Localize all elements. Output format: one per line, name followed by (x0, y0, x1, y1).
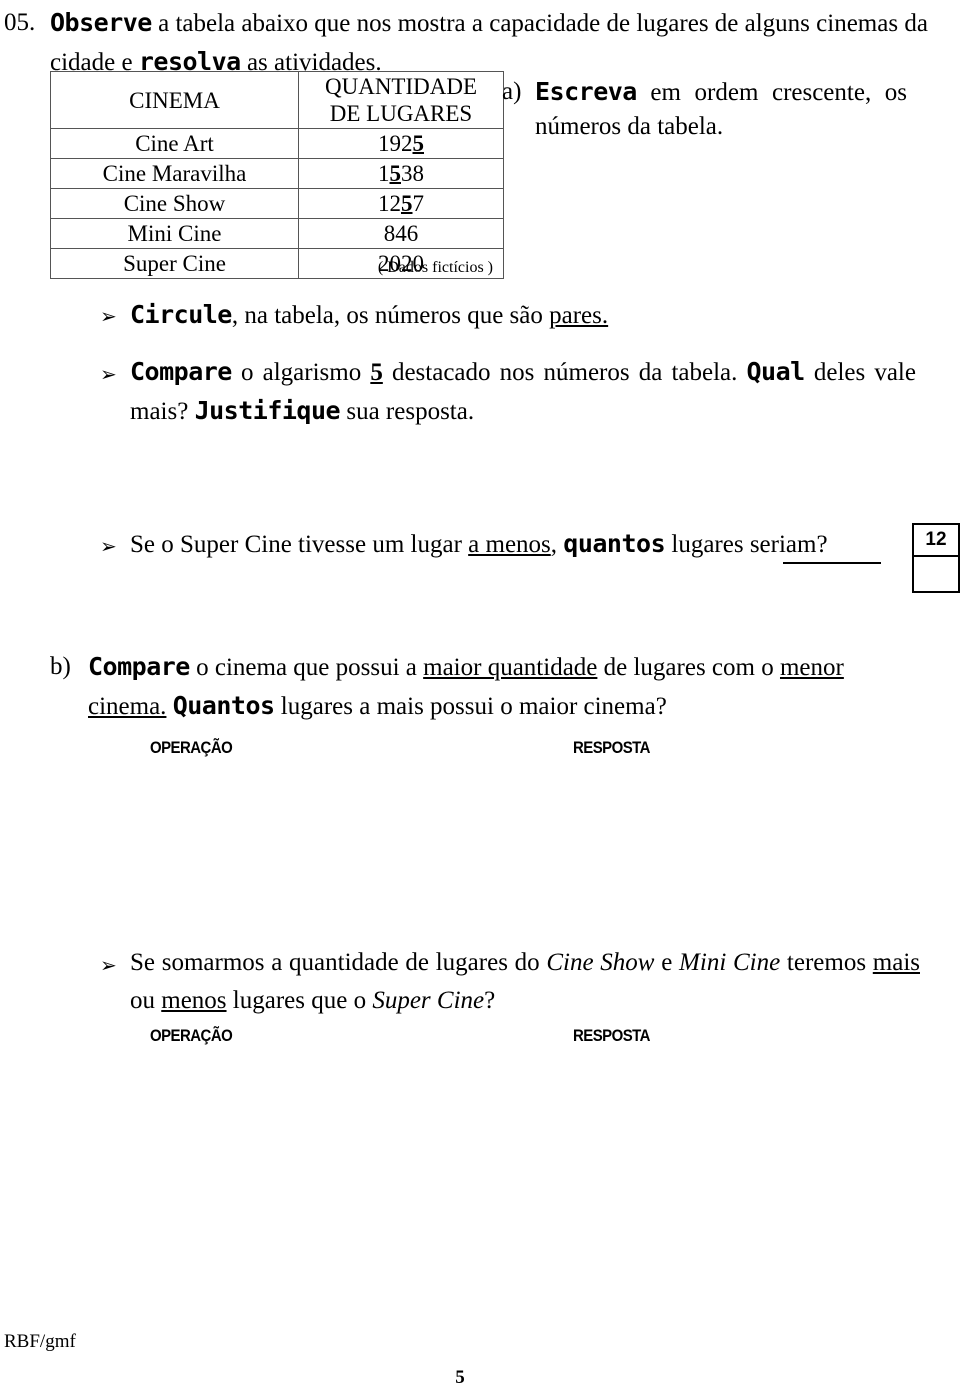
table-header-cinema: CINEMA (50, 71, 299, 129)
bullet-somarmos-mid4: lugares que o (226, 987, 373, 1014)
item-a-label: a) (502, 78, 522, 105)
bullet-circule-text: Circule, na tabela, os números que são p… (130, 296, 830, 335)
bullet-circule-mid: , na tabela, os números que são (231, 302, 550, 329)
bullet-somarmos-underlined-mais: mais (872, 949, 920, 976)
table-header-quantidade-line2: DE LUGARES (329, 101, 473, 126)
score-box: 12 (912, 523, 960, 593)
quantidade-prefix: 192 (378, 131, 413, 156)
highlighted-digit: 5 (401, 191, 413, 216)
item-b-bold-quantos: Quantos (172, 691, 275, 720)
quantidade-prefix: 12 (378, 191, 401, 216)
score-box-empty-cell[interactable] (914, 557, 958, 591)
table-head: CINEMA QUANTIDADE DE LUGARES (50, 71, 504, 129)
operacao-label-b: OPERAÇÃO (150, 738, 233, 757)
bullet-supercine-tail: lugares seriam? (665, 531, 828, 558)
cell-cinema-name: Cine Show (50, 188, 299, 219)
cinema-table-wrapper: CINEMA QUANTIDADE DE LUGARES Cine Art 19… (50, 71, 504, 279)
bullet-compare-bold-qual: Qual (746, 357, 806, 386)
table-row: Cine Art 1925 (50, 128, 504, 159)
highlighted-digit: 5 (389, 161, 402, 186)
cell-cinema-quantidade: 846 (298, 218, 504, 249)
question-prompt-bold-observe: Observe (50, 8, 152, 37)
table-row: Cine Show 1257 (50, 188, 504, 219)
cell-cinema-name: Cine Art (50, 128, 299, 159)
cell-cinema-name: Cine Maravilha (50, 158, 299, 189)
bullet-supercine-start: Se o Super Cine tivesse um lugar (130, 531, 469, 558)
bullet-compare-text: Compare o algarismo 5 destacado nos núme… (130, 353, 916, 431)
table-row: Cine Maravilha 1538 (50, 158, 504, 189)
bullet-compare-tail: sua resposta. (340, 398, 475, 425)
item-b-tail: lugares a mais possui o maior cinema? (274, 693, 667, 720)
item-b-mid1: o cinema que possui a (189, 654, 424, 681)
arrow-bullet-icon: ➢ (100, 953, 117, 977)
table-caption: ( Dados fictícios ) (377, 259, 493, 276)
bullet-supercine-text: Se o Super Cine tivesse um lugar a menos… (130, 525, 890, 564)
answer-blank-line[interactable] (783, 562, 881, 564)
cell-cinema-quantidade: 1925 (298, 128, 504, 159)
quantidade-suffix: 7 (412, 191, 425, 216)
item-b-label: b) (50, 653, 71, 680)
item-a-text: Escreva em ordem crescente, os números d… (535, 75, 907, 144)
bullet-compare-bold-justifique: Justifique (194, 396, 341, 425)
item-b-text: Compare o cinema que possui a maior quan… (88, 648, 916, 726)
bullet-somarmos-start: Se somarmos a quantidade de lugares do (130, 949, 547, 976)
item-a-bold-escreva: Escreva (535, 77, 637, 106)
bullet-supercine-bold-quantos: quantos (563, 529, 666, 558)
bullet-somarmos-text: Se somarmos a quantidade de lugares do C… (130, 944, 920, 1020)
arrow-bullet-icon: ➢ (100, 304, 117, 328)
table-header-quantidade-line1: QUANTIDADE (324, 74, 478, 99)
bullet-somarmos-italic-minicine: Mini Cine (679, 949, 781, 976)
bullet-compare-bold: Compare (130, 357, 232, 386)
bullet-compare-mid2: destacado nos números da tabela. (382, 359, 747, 386)
bullet-supercine-mid: , (550, 531, 564, 558)
arrow-bullet-icon: ➢ (100, 534, 117, 558)
quantidade-prefix: 1 (378, 161, 390, 186)
table-body: Cine Art 1925 Cine Maravilha 1538 Cine S… (50, 128, 504, 279)
bullet-somarmos-mid3: ou (130, 987, 162, 1014)
bullet-somarmos-italic-supercine: Super Cine (372, 987, 485, 1014)
table-row: Mini Cine 846 (50, 218, 504, 249)
bullet-circule-underlined: pares. (549, 302, 609, 329)
bullet-somarmos-underlined-menos: menos (161, 987, 227, 1014)
cinema-capacity-table: CINEMA QUANTIDADE DE LUGARES Cine Art 19… (50, 71, 504, 279)
resposta-label-b: RESPOSTA (573, 738, 651, 757)
bullet-somarmos-mid1: e (654, 949, 680, 976)
bullet-somarmos-italic-cineshow: Cine Show (546, 949, 655, 976)
operacao-label-c: OPERAÇÃO (150, 1026, 233, 1045)
bullet-somarmos-tail: ? (484, 987, 496, 1014)
quantidade-suffix: 38 (401, 161, 424, 186)
bullet-supercine-underlined: a menos (468, 531, 551, 558)
bullet-somarmos-mid2: teremos (780, 949, 873, 976)
bullet-circule-bold: Circule (130, 300, 232, 329)
bullet-compare-underlined-digit: 5 (370, 359, 383, 386)
item-b-mid2: de lugares com o (597, 654, 780, 681)
cell-cinema-name: Mini Cine (50, 218, 299, 249)
score-box-value-cell[interactable]: 12 (914, 525, 958, 557)
page-number: 5 (455, 1367, 465, 1388)
bullet-compare-mid1: o algarismo (231, 359, 371, 386)
resposta-label-c: RESPOSTA (573, 1026, 651, 1045)
table-header-row: CINEMA QUANTIDADE DE LUGARES (50, 71, 504, 129)
highlighted-digit: 5 (412, 131, 425, 156)
item-b-underlined-maior: maior quantidade (423, 654, 598, 681)
item-b-bold-compare: Compare (88, 652, 190, 681)
table-header-quantidade: QUANTIDADE DE LUGARES (298, 71, 504, 129)
cell-cinema-quantidade: 1257 (298, 188, 504, 219)
worksheet-page: 05. Observe a tabela abaixo que nos most… (0, 0, 960, 1396)
footer-code: RBF/gmf (4, 1331, 76, 1352)
cell-cinema-quantidade: 1538 (298, 158, 504, 189)
question-number: 05. (4, 9, 36, 36)
arrow-bullet-icon: ➢ (100, 362, 117, 386)
